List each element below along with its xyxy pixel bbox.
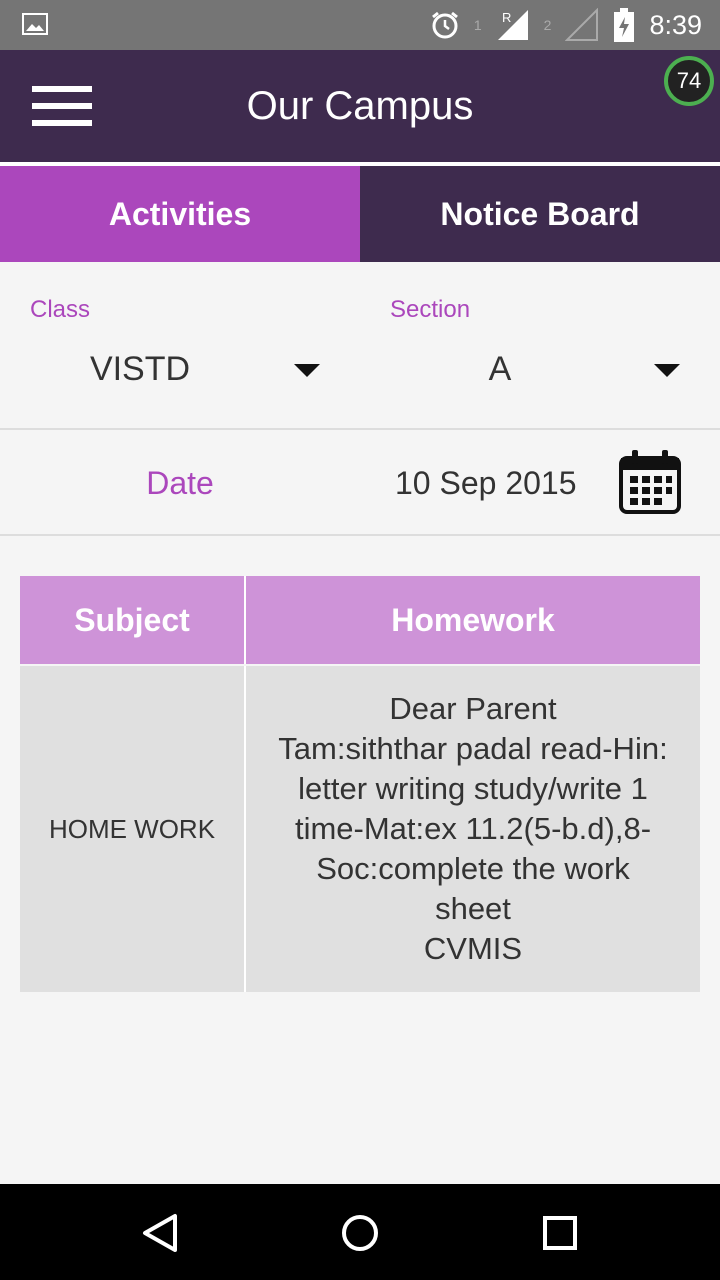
homework-line: time-Mat:ex 11.2(5-b.d),8-: [294, 811, 652, 846]
signal-icon-sim2: [565, 8, 599, 41]
clock: 8:39: [649, 9, 702, 40]
homework-line: Tam:siththar padal read-Hin:: [278, 731, 668, 766]
class-label: Class: [30, 296, 91, 323]
floating-badge[interactable]: 74: [664, 56, 714, 106]
homework-cell: Dear Parent Tam:siththar padal read-Hin:…: [246, 666, 700, 992]
date-label: Date: [146, 465, 214, 501]
filter-section: Class VISTD Section A: [0, 262, 720, 430]
sim2-label: 2: [543, 17, 552, 33]
class-filter: Class VISTD: [0, 262, 360, 430]
section-dropdown[interactable]: [360, 332, 720, 412]
column-header-subject: Subject: [20, 576, 246, 664]
date-row: Date 10 Sep 2015: [0, 430, 720, 536]
calendar-icon[interactable]: [618, 448, 682, 516]
sim1-label: 1: [473, 17, 482, 33]
homework-line: letter writing study/write 1: [298, 771, 648, 806]
tab-activities[interactable]: Activities: [0, 166, 360, 262]
svg-text:R: R: [502, 10, 511, 25]
status-icons: 1 R 2 8:39: [430, 0, 702, 50]
image-notification-icon: [22, 13, 48, 35]
navigation-bar: [0, 1184, 720, 1280]
alarm-icon: [431, 11, 458, 39]
status-bar: 1 R 2 8:39: [0, 0, 720, 50]
section-filter: Section A: [360, 262, 720, 430]
tab-notice-board[interactable]: Notice Board: [360, 166, 720, 262]
table-header: Subject Homework: [20, 576, 700, 664]
section-label: Section: [390, 296, 471, 323]
homework-line: sheet: [435, 891, 511, 926]
tab-bar: Activities Notice Board: [0, 166, 720, 262]
home-icon[interactable]: [335, 1208, 385, 1258]
back-icon[interactable]: [135, 1208, 185, 1258]
date-value[interactable]: 10 Sep 2015: [395, 465, 577, 502]
homework-table: Subject Homework HOME WORK Dear Parent T…: [20, 576, 700, 992]
homework-line: CVMIS: [423, 931, 523, 966]
signal-icon: R: [497, 10, 528, 40]
table-row: HOME WORK Dear Parent Tam:siththar padal…: [20, 666, 700, 992]
homework-line: Soc:complete the work: [316, 851, 630, 886]
recents-icon[interactable]: [535, 1208, 585, 1258]
class-dropdown[interactable]: [0, 332, 360, 412]
subject-cell: HOME WORK: [20, 666, 246, 992]
battery-charging-icon: [614, 8, 635, 42]
column-header-homework: Homework: [391, 601, 555, 638]
homework-line: Dear Parent: [389, 691, 557, 726]
page-title: Our Campus: [246, 84, 474, 128]
app-bar: Our Campus 74: [0, 50, 720, 162]
